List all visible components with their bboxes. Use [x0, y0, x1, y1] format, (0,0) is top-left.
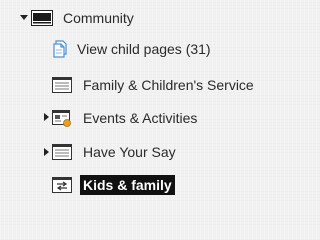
tree-node-label: Have Your Say	[83, 144, 176, 160]
page-tree: Community View child pages (31) Family &…	[0, 0, 276, 201]
page-dark-icon	[30, 10, 54, 26]
tree-node-kids-family[interactable]: Kids & family	[51, 174, 175, 196]
page-lines-icon	[51, 144, 73, 160]
expand-collapse-toggle-events-activities[interactable]	[43, 112, 51, 122]
tree-node-family-childrens-service[interactable]: Family & Children's Service	[51, 74, 254, 96]
tree-node-label: Community	[63, 10, 134, 26]
page-lines-icon	[51, 77, 73, 93]
redirect-page-icon	[51, 177, 73, 193]
tree-node-label-selected: Kids & family	[80, 175, 175, 195]
triangle-down-icon	[20, 15, 28, 20]
expand-collapse-toggle-community[interactable]	[20, 13, 28, 23]
child-pages-icon	[51, 40, 69, 58]
tree-node-view-child-pages[interactable]: View child pages (31)	[51, 38, 211, 60]
tree-node-have-your-say[interactable]: Have Your Say	[51, 141, 176, 163]
triangle-right-icon	[44, 113, 49, 121]
triangle-right-icon	[44, 148, 49, 156]
tree-node-community[interactable]: Community	[30, 7, 134, 29]
tree-node-events-activities[interactable]: Events & Activities	[51, 107, 197, 129]
expand-collapse-toggle-have-your-say[interactable]	[43, 147, 51, 157]
tree-node-label: Events & Activities	[83, 110, 198, 126]
tree-node-label: View child pages (31)	[77, 41, 211, 57]
tree-node-label: Family & Children's Service	[83, 77, 254, 93]
events-page-icon	[51, 109, 73, 127]
